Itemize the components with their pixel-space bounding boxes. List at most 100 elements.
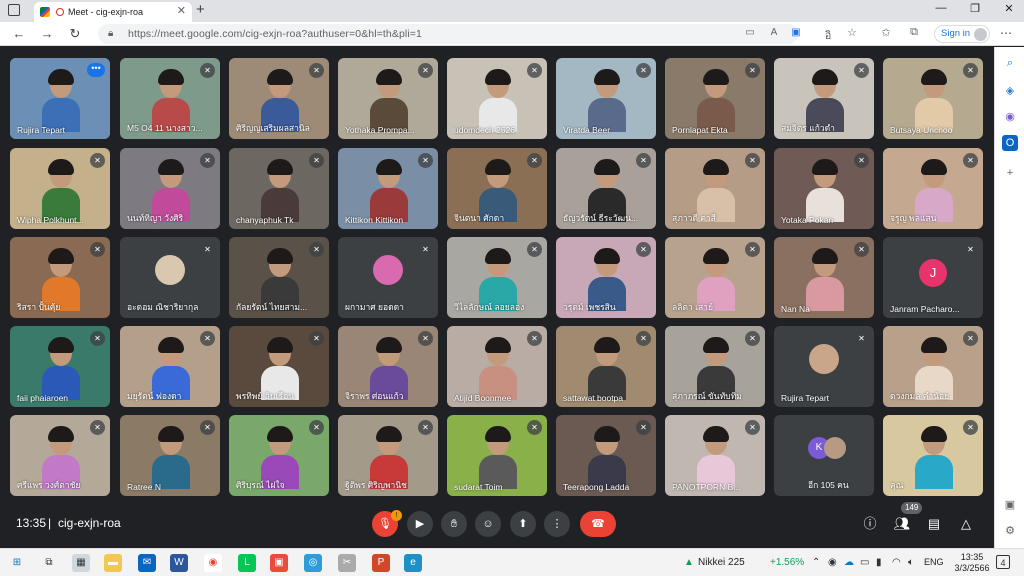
present-icon[interactable]: ⬆ — [510, 511, 536, 537]
participant-tile[interactable]: ✕ Nan Na — [774, 237, 874, 318]
participant-tile[interactable]: ✕ คุณ — [883, 415, 983, 496]
edge-icon[interactable]: e — [404, 554, 422, 572]
tab-close-icon[interactable]: ✕ — [177, 4, 186, 17]
wifi-icon[interactable]: ◠ — [892, 557, 901, 568]
address-bar[interactable]: 🔒︎ https://meet.google.com/cig-exjn-roa?… — [98, 24, 801, 44]
participant-tile[interactable]: ✕ ศรีแพร วงศ์ตาชัย — [10, 415, 110, 496]
task-view-icon[interactable]: ⧉ — [40, 554, 58, 572]
participant-tile[interactable]: ✕ ริสรา ปั้นคุ้ย — [10, 237, 110, 318]
participant-tile[interactable]: ✕ M5 O4 11 นางสาว... — [120, 58, 220, 139]
thai-translate-icon[interactable]: อิ — [820, 26, 836, 44]
edge-legacy-icon[interactable]: ▦ — [72, 554, 90, 572]
participant-tile[interactable]: ✕ จินตนา ศักดา — [447, 148, 547, 229]
sidebar-split-icon[interactable]: ▣ — [1002, 497, 1018, 513]
participant-tile[interactable]: ✕ ศิริบุรณ์ ไฝใจ — [229, 415, 329, 496]
camera-off-icon[interactable]: ▶ — [407, 511, 433, 537]
taskbar-clock[interactable]: 13:35 3/3/2566 — [954, 552, 990, 574]
participant-tile[interactable]: ✕ ลลิตา เสาย์ — [665, 237, 765, 318]
sign-in-button[interactable]: Sign in — [934, 25, 990, 43]
participant-tile[interactable]: ✕ จิราพร ศ่อนแก้ว — [338, 326, 438, 407]
participant-tile[interactable]: ✕ สมจิตร แก้วดำ — [774, 58, 874, 139]
participant-tile[interactable]: ✕ สุภาวดี คาสี — [665, 148, 765, 229]
participant-tile[interactable]: ✕ Butsaya Unchoo — [883, 58, 983, 139]
people-icon[interactable]: 👥︎ — [892, 514, 912, 534]
participant-tile[interactable]: ✕ Wipha Polkhunt... — [10, 148, 110, 229]
new-tab-button[interactable]: + — [196, 1, 205, 18]
participant-tile[interactable]: ✕ Kittikon Kittikon — [338, 148, 438, 229]
tile-options-icon[interactable]: ••• — [87, 63, 105, 77]
forward-icon[interactable]: → — [38, 25, 56, 43]
participant-tile[interactable]: ✕ udomdech 2526 — [447, 58, 547, 139]
participant-tile[interactable]: ••• Rujira Tepart — [10, 58, 110, 139]
participant-tile[interactable]: ✕ จรูญ พลแสน — [883, 148, 983, 229]
participant-tile[interactable]: ✕ นนท์ทิญา วังศิริ — [120, 148, 220, 229]
participant-tile[interactable]: ✕ อะดอม ณิชาริยากุล — [120, 237, 220, 318]
participant-tile[interactable]: ✕ Viratda Beer — [556, 58, 656, 139]
participant-tile[interactable]: ✕ ดวงกมล คำน้อย — [883, 326, 983, 407]
end-call-icon[interactable]: ☎ — [580, 511, 616, 537]
browser-menu-icon[interactable]: ⋯ — [1000, 26, 1012, 40]
ticker-change[interactable]: +1.56% — [770, 557, 804, 568]
ticker-name[interactable]: Nikkei 225 — [698, 557, 745, 568]
settings-icon[interactable]: ⚙ — [1002, 523, 1018, 539]
read-aloud-icon[interactable]: A — [766, 27, 782, 38]
participant-tile[interactable]: ✕ PANOTPORN B... — [665, 415, 765, 496]
chrome-icon[interactable]: ◉ — [204, 554, 222, 572]
participant-tile[interactable]: ✕ sattawat bootpa — [556, 326, 656, 407]
participant-tile[interactable]: ✕ พรทิพย์ อินเรือน — [229, 326, 329, 407]
participant-tile[interactable]: ✕ Rujira Tepart — [774, 326, 874, 407]
show-hidden-icons-icon[interactable]: ⌃ — [812, 557, 820, 568]
snip-icon[interactable]: ✂ — [338, 554, 356, 572]
participant-tile[interactable]: ✕ Yothaka Prompa... — [338, 58, 438, 139]
shopping-icon[interactable]: ◈ — [1002, 83, 1018, 99]
favorites-icon[interactable]: ✩ — [878, 26, 894, 39]
participant-tile[interactable]: J ✕ Janram Pacharo... — [883, 237, 983, 318]
battery-icon[interactable]: ▮ — [876, 557, 882, 568]
participant-tile[interactable]: ✕ Teerapong Ladda — [556, 415, 656, 496]
favorite-icon[interactable]: ☆ — [844, 26, 860, 39]
maximize-button[interactable]: ❐ — [960, 2, 990, 15]
participant-tile[interactable]: ✕ ศิริญญเสริมผลสานิล — [229, 58, 329, 139]
word-icon[interactable]: W — [170, 554, 188, 572]
participant-tile[interactable]: ✕ ธัญวรัตน์ ธีระวัฒน... — [556, 148, 656, 229]
stocks-icon[interactable]: ▲ — [684, 557, 694, 568]
lock-icon[interactable]: 🔒︎ — [108, 28, 113, 39]
participant-tile[interactable]: K อีก 105 คน — [774, 415, 874, 496]
participant-tile[interactable]: ✕ faii phaiaroen — [10, 326, 110, 407]
close-window-button[interactable]: ✕ — [994, 2, 1024, 15]
reload-icon[interactable]: ↻ — [66, 25, 84, 43]
add-sidebar-app-icon[interactable]: + — [1002, 165, 1018, 181]
tab-meet[interactable]: Meet - cig-exjn-roa ✕ — [34, 2, 192, 22]
line-icon[interactable]: L — [238, 554, 256, 572]
emoji-icon[interactable]: ☺ — [475, 511, 501, 537]
participant-tile[interactable]: ✕ sudarat Toim — [447, 415, 547, 496]
participant-tile[interactable]: ✕ Ratree N — [120, 415, 220, 496]
input-language[interactable]: ENG — [924, 557, 944, 567]
url-text[interactable]: https://meet.google.com/cig-exjn-roa?aut… — [128, 28, 422, 40]
participant-tile[interactable]: ✕ มยุรัตน์ ฟองดา — [120, 326, 220, 407]
onedrive-icon[interactable]: ☁ — [844, 557, 854, 568]
app-icon[interactable]: ▣ — [270, 554, 288, 572]
volume-icon[interactable]: 🔈︎ — [908, 557, 914, 568]
chat-icon[interactable]: ▤ — [924, 514, 944, 534]
participant-tile[interactable]: ✕ Yotaka Pokan — [774, 148, 874, 229]
back-icon[interactable]: ← — [10, 25, 28, 43]
file-explorer-icon[interactable]: ▬ — [104, 554, 122, 572]
participant-tile[interactable]: ✕ กัลยรัตน์ ไทยสาม... — [229, 237, 329, 318]
participant-tile[interactable]: ✕ วิไลลักษณ์ ลอยลอง — [447, 237, 547, 318]
participant-tile[interactable]: ✕ ผกามาศ ยอดดา — [338, 237, 438, 318]
outlook-icon[interactable]: O — [1002, 135, 1018, 151]
chrome-tray-icon[interactable]: ◉ — [828, 557, 837, 568]
more-options-icon[interactable]: ⋮ — [544, 511, 570, 537]
minimize-button[interactable]: — — [926, 2, 956, 14]
participant-tile[interactable]: ✕ ฐิติพร ศิริญพานิช — [338, 415, 438, 496]
notifications-icon[interactable]: 4 — [996, 555, 1010, 569]
camera-permission-icon[interactable]: ▭ — [742, 27, 758, 38]
collections-icon[interactable]: ⧉ — [906, 26, 922, 39]
network-icon[interactable]: ▭ — [860, 557, 869, 568]
participant-tile[interactable]: ✕ chanyaphuk Tk — [229, 148, 329, 229]
info-icon[interactable]: ⓘ — [860, 514, 880, 534]
participant-tile[interactable]: ✕ สุภาภรณ์ ขันทับทิม — [665, 326, 765, 407]
raise-hand-icon[interactable]: ✋︎ — [441, 511, 467, 537]
translate-icon[interactable]: ▣ — [788, 27, 804, 38]
